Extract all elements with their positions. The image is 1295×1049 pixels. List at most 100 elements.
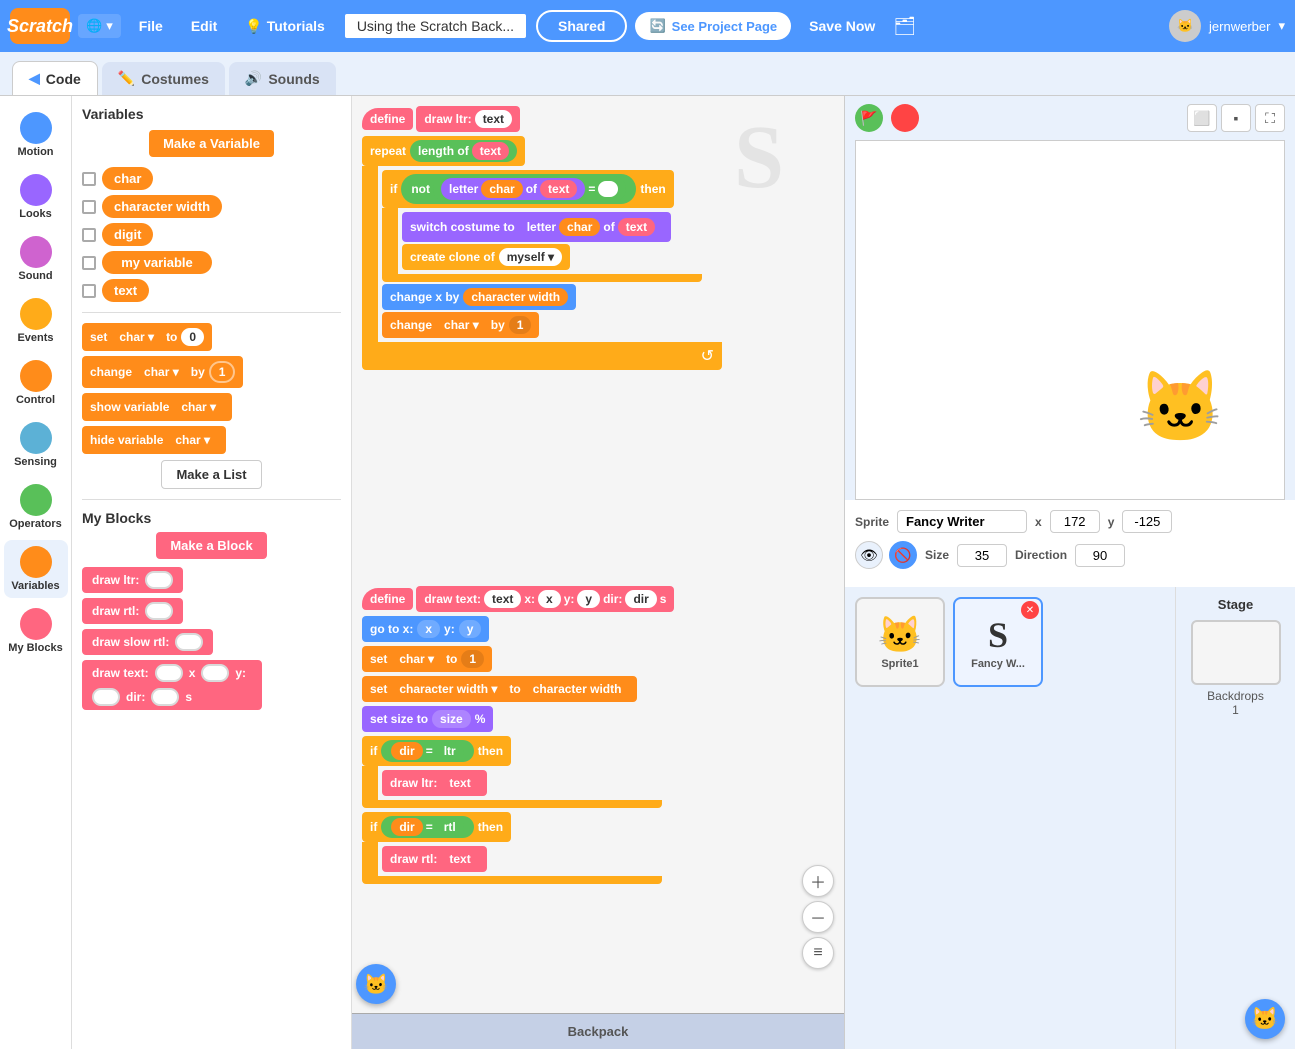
text-arg1[interactable]: text: [475, 110, 512, 128]
define-draw-text[interactable]: define draw text: text x: x y: y dir: di…: [362, 586, 674, 612]
letter-block2[interactable]: letter char of text: [519, 216, 663, 238]
sidebar-item-sound[interactable]: Sound: [4, 230, 68, 288]
draw-text-input1[interactable]: [155, 664, 183, 682]
sidebar-item-control[interactable]: Control: [4, 354, 68, 412]
change-x-label[interactable]: change x by character width: [382, 284, 576, 310]
eq-bool[interactable]: letter char of text =: [433, 176, 626, 202]
set-charwidth-block[interactable]: set character width ▾ to character width: [362, 676, 674, 702]
sidebar-item-looks[interactable]: Looks: [4, 168, 68, 226]
text-oval3[interactable]: text: [618, 218, 655, 236]
change-char-block[interactable]: change char ▾ by 1: [82, 356, 341, 388]
add-sprite-btn[interactable]: 🐱: [1245, 999, 1285, 1039]
draw-rtl-block[interactable]: draw rtl:: [82, 598, 341, 624]
zoom-in-btn[interactable]: ＋: [802, 865, 834, 897]
char-oval2[interactable]: char: [559, 218, 600, 236]
show-char-select[interactable]: char ▾: [173, 398, 224, 416]
char-oval[interactable]: char: [481, 180, 522, 198]
draw-ltr-block[interactable]: draw ltr:: [82, 567, 341, 593]
if-dir-rtl-label[interactable]: if dir = rtl then: [362, 812, 511, 842]
sprite-delete-btn[interactable]: ✕: [1021, 601, 1039, 619]
zoom-reset-btn[interactable]: ≡: [802, 937, 834, 969]
set-charwidth-label[interactable]: set character width ▾ to character width: [362, 676, 637, 702]
dir-arg[interactable]: dir: [625, 590, 656, 608]
sprite-name-input[interactable]: [897, 510, 1027, 533]
goto-block[interactable]: go to x: x y: y: [362, 616, 674, 642]
char-select-set[interactable]: char ▾: [111, 328, 162, 346]
char-select-inner[interactable]: char ▾: [436, 316, 487, 334]
x-coord-input[interactable]: [1050, 510, 1100, 533]
draw-ltr-hat-block[interactable]: draw ltr: text: [416, 106, 520, 132]
value-1[interactable]: 1: [461, 650, 484, 668]
set-char-1-block[interactable]: set char ▾ to 1: [362, 646, 674, 672]
y-oval-goto[interactable]: y: [459, 620, 482, 638]
charwidth-pill[interactable]: character width: [102, 195, 222, 218]
draw-text-hat-block[interactable]: draw text: text x: x y: y dir: dir s: [416, 586, 674, 612]
tab-sounds[interactable]: 🔊 Sounds: [229, 62, 336, 95]
file-menu[interactable]: File: [129, 14, 173, 38]
backpack-bar[interactable]: Backpack: [352, 1013, 844, 1049]
if-label[interactable]: if not letter char of text =: [382, 170, 674, 208]
show-sprite-btn[interactable]: 👁: [855, 541, 883, 569]
draw-slow-rtl-block[interactable]: draw slow rtl:: [82, 629, 341, 655]
hide-sprite-btn[interactable]: 🚫: [889, 541, 917, 569]
change-value[interactable]: 1: [209, 361, 236, 383]
small-stage-btn[interactable]: ⬜: [1187, 104, 1217, 132]
change-by-1[interactable]: 1: [509, 316, 532, 334]
char-select-change[interactable]: char ▾: [136, 363, 187, 381]
draw-ltr-input[interactable]: [145, 571, 173, 589]
draw-text-input3[interactable]: [92, 688, 120, 706]
draw-ltr-call-label[interactable]: draw ltr: text: [382, 770, 487, 796]
see-project-page-btn[interactable]: 🔄 See Project Page: [635, 12, 791, 40]
repeat-label[interactable]: repeat length of text: [362, 136, 525, 166]
dir-oval2[interactable]: dir: [391, 818, 422, 836]
length-of-text[interactable]: length of text: [410, 140, 517, 162]
text-oval[interactable]: text: [472, 142, 509, 160]
goto-label[interactable]: go to x: x y: y: [362, 616, 489, 642]
draw-text-input2[interactable]: [201, 664, 229, 682]
y-arg[interactable]: y: [577, 590, 600, 608]
if-dir-ltr-block[interactable]: if dir = ltr then: [362, 736, 674, 766]
text-checkbox[interactable]: [82, 284, 96, 298]
repeat-block[interactable]: repeat length of text: [362, 136, 722, 166]
sidebar-item-events[interactable]: Events: [4, 292, 68, 350]
set-size-label[interactable]: set size to size %: [362, 706, 493, 732]
sprite-thumb-sprite1[interactable]: 🐱 Sprite1: [855, 597, 945, 687]
stage-backdrop-thumb[interactable]: [1191, 620, 1281, 685]
set-value[interactable]: 0: [181, 328, 204, 346]
draw-rtl-call-label[interactable]: draw rtl: text: [382, 846, 487, 872]
charwidth-checkbox[interactable]: [82, 200, 96, 214]
save-now-btn[interactable]: Save Now: [799, 14, 885, 38]
folder-btn[interactable]: 🗂: [893, 16, 916, 37]
if-block[interactable]: if not letter char of text =: [382, 170, 702, 208]
make-block-button[interactable]: Make a Block: [156, 532, 266, 559]
sidebar-item-operators[interactable]: Operators: [4, 478, 68, 536]
tutorials-btn[interactable]: 💡 Tutorials: [235, 14, 335, 39]
large-stage-btn[interactable]: ▪: [1221, 104, 1251, 132]
myvar-pill[interactable]: my variable: [102, 251, 212, 274]
edit-menu[interactable]: Edit: [181, 14, 227, 38]
myself-select[interactable]: myself ▾: [499, 248, 562, 266]
sidebar-item-sensing[interactable]: Sensing: [4, 416, 68, 474]
size-input[interactable]: [957, 544, 1007, 567]
stop-btn[interactable]: [891, 104, 919, 132]
draw-text-input4[interactable]: [151, 688, 179, 706]
change-char-inner-label[interactable]: change char ▾ by 1: [382, 312, 539, 338]
digit-checkbox[interactable]: [82, 228, 96, 242]
switch-costume-label[interactable]: switch costume to letter char of text: [402, 212, 671, 242]
switch-costume-block[interactable]: switch costume to letter char of text: [402, 212, 671, 242]
draw-rtl-call-block[interactable]: draw rtl: text: [382, 846, 487, 872]
char-checkbox[interactable]: [82, 172, 96, 186]
charwidth-select[interactable]: character width ▾: [391, 680, 505, 698]
set-size-block[interactable]: set size to size %: [362, 706, 674, 732]
charwidth-oval2[interactable]: character width: [525, 680, 630, 698]
y-coord-input[interactable]: [1122, 510, 1172, 533]
define-block[interactable]: define: [362, 108, 413, 130]
x-arg[interactable]: x: [538, 590, 561, 608]
project-title[interactable]: Using the Scratch Back...: [343, 12, 528, 40]
char-pill[interactable]: char: [102, 167, 153, 190]
text-oval-ltr[interactable]: text: [441, 774, 478, 792]
shared-button[interactable]: Shared: [536, 10, 627, 42]
define-draw-ltr[interactable]: define draw ltr: text: [362, 106, 722, 132]
text-pill[interactable]: text: [102, 279, 149, 302]
sprite-thumb-fancy[interactable]: ✕ S Fancy W...: [953, 597, 1043, 687]
